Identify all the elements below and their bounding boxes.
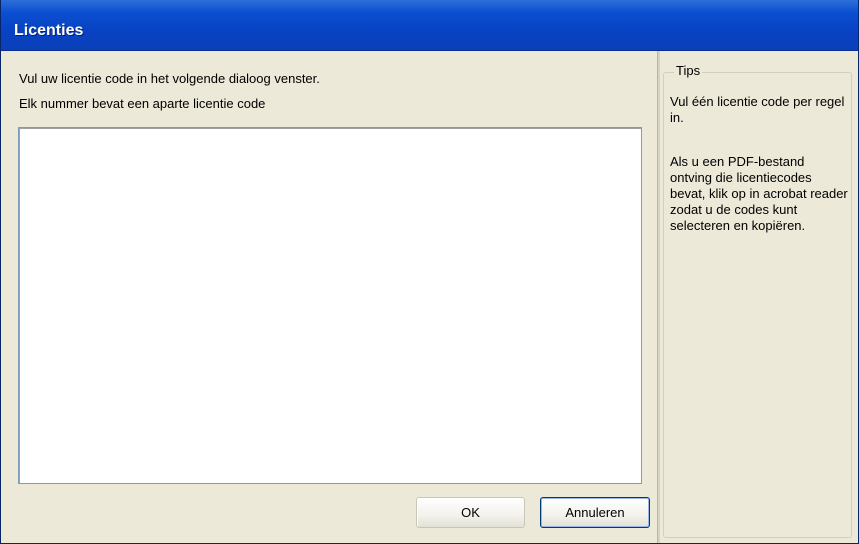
license-dialog: Licenties Vul uw licentie code in het vo… — [0, 0, 859, 544]
panel-divider — [657, 51, 660, 543]
tip-pdf-copy: Als u een PDF-bestand ontving die licent… — [670, 154, 848, 233]
dialog-body: Vul uw licentie code in het volgende dia… — [1, 51, 858, 543]
tips-groupbox: Tips — [663, 63, 852, 538]
license-code-input[interactable] — [18, 127, 642, 484]
ok-button[interactable]: OK — [416, 497, 525, 528]
tips-legend: Tips — [674, 63, 703, 78]
instruction-line-2: Elk nummer bevat een aparte licentie cod… — [19, 96, 266, 111]
cancel-button[interactable]: Annuleren — [540, 497, 650, 528]
instruction-line-1: Vul uw licentie code in het volgende dia… — [19, 71, 320, 86]
title-bar[interactable]: Licenties — [1, 0, 858, 51]
tip-one-code-per-line: Vul één licentie code per regel in. — [670, 94, 845, 125]
window-title: Licenties — [14, 22, 84, 39]
